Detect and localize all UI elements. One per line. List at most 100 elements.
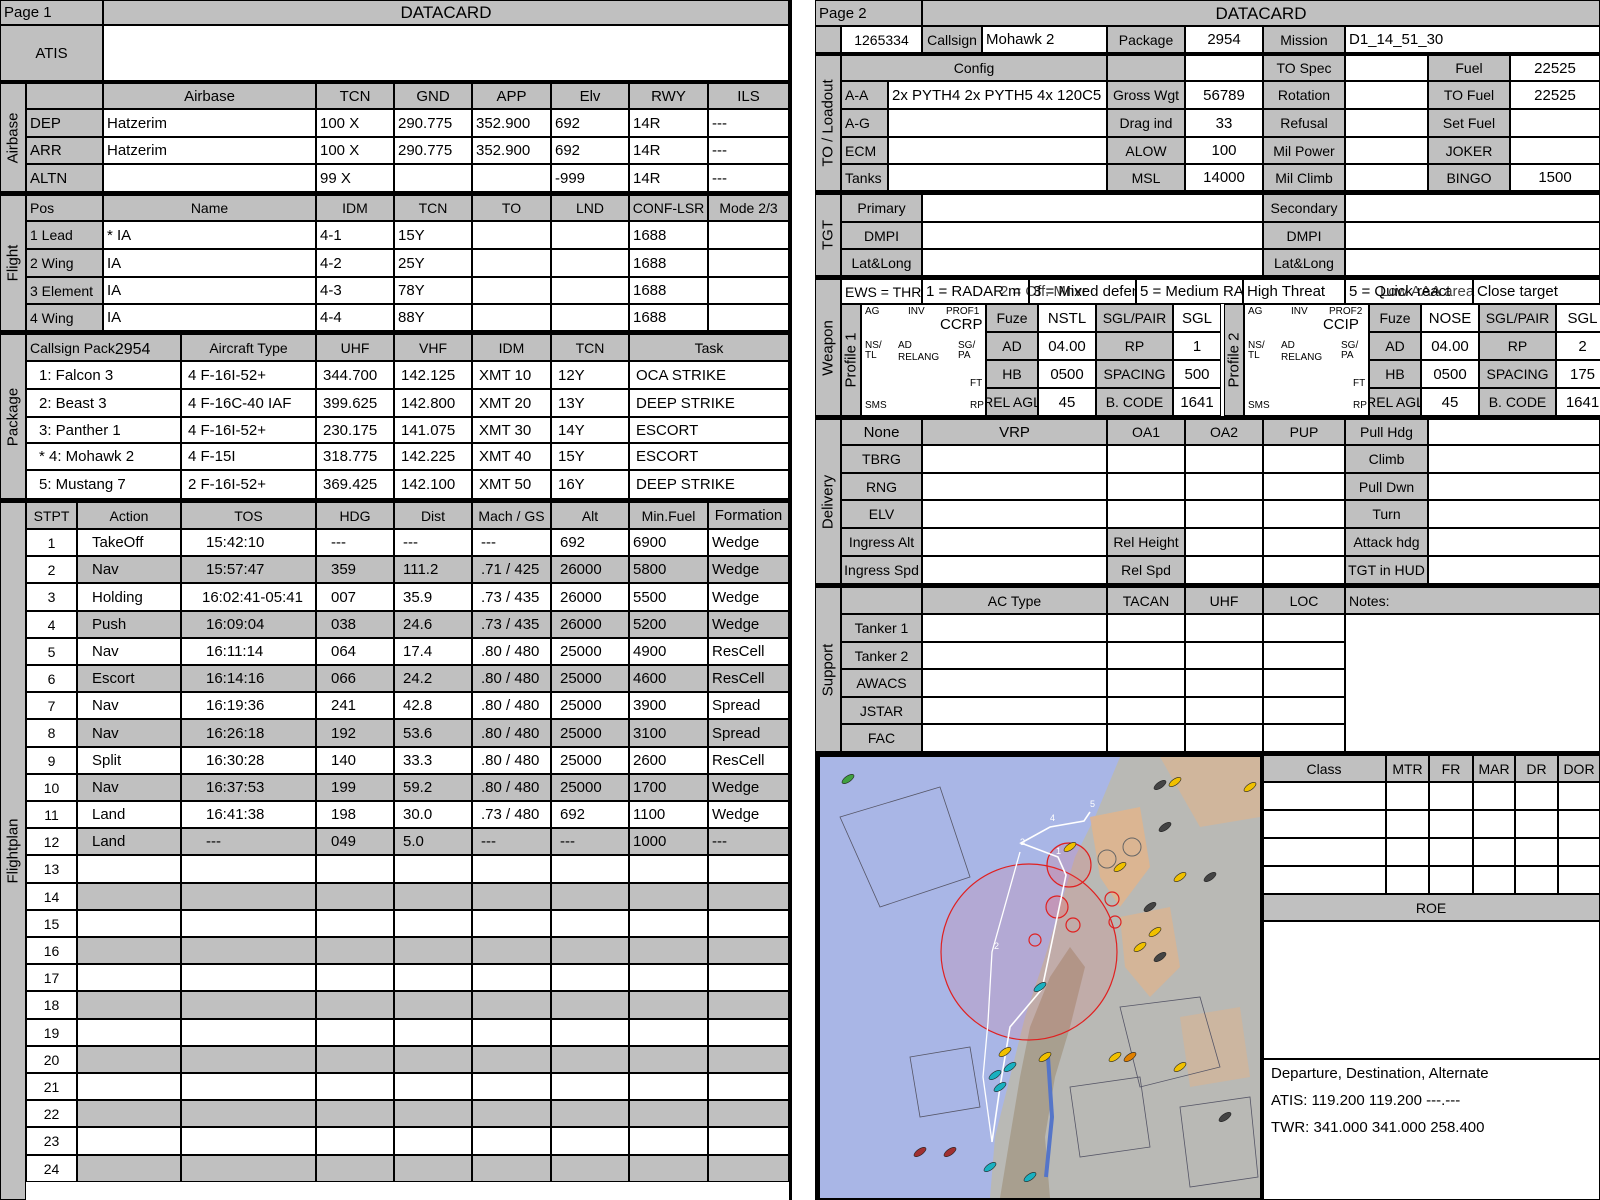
flightplan-cell[interactable]: .73 / 435 — [472, 583, 551, 611]
flightplan-cell[interactable]: 1100 — [629, 801, 708, 828]
support-value[interactable] — [1107, 724, 1185, 752]
support-value[interactable] — [1263, 724, 1345, 752]
class-cell[interactable] — [1386, 782, 1429, 810]
flightplan-cell[interactable] — [708, 1073, 789, 1100]
loadout-val[interactable]: 14000 — [1185, 164, 1263, 191]
callsign-value[interactable]: Mohawk 2 — [982, 26, 1107, 53]
loadout-val[interactable]: 22525 — [1510, 81, 1600, 109]
flightplan-cell[interactable]: 35.9 — [394, 583, 472, 611]
weapon-value[interactable]: NSTL — [1038, 304, 1096, 332]
flightplan-cell[interactable] — [708, 1046, 789, 1073]
flightplan-cell[interactable] — [77, 1155, 181, 1182]
airbase-cell[interactable]: 14R — [629, 164, 708, 192]
flightplan-cell[interactable]: 5.0 — [394, 828, 472, 855]
flightplan-cell[interactable] — [181, 1155, 316, 1182]
flight-cell[interactable] — [708, 249, 789, 277]
flightplan-cell[interactable]: 16:14:16 — [181, 665, 316, 692]
flightplan-cell[interactable]: .73 / 480 — [472, 801, 551, 828]
flightplan-cell[interactable]: .80 / 480 — [472, 638, 551, 665]
class-cell[interactable] — [1429, 782, 1473, 810]
class-cell[interactable] — [1558, 810, 1600, 838]
class-cell[interactable] — [1473, 838, 1515, 866]
flightplan-cell[interactable] — [629, 1073, 708, 1100]
support-value[interactable] — [922, 697, 1107, 724]
flightplan-cell[interactable] — [316, 1127, 394, 1155]
flightplan-cell[interactable] — [472, 855, 551, 883]
class-cell[interactable] — [1558, 782, 1600, 810]
flightplan-cell[interactable] — [181, 855, 316, 883]
package-cell[interactable]: ESCORT — [629, 417, 789, 443]
airbase-cell[interactable]: 100 X — [316, 109, 394, 137]
flightplan-cell[interactable] — [472, 1019, 551, 1046]
flightplan-cell[interactable]: 007 — [316, 583, 394, 611]
flightplan-cell[interactable]: 192 — [316, 719, 394, 747]
flightplan-cell[interactable] — [316, 991, 394, 1019]
flightplan-cell[interactable]: .80 / 480 — [472, 719, 551, 747]
flightplan-cell[interactable]: Push — [77, 611, 181, 638]
flightplan-cell[interactable] — [394, 1073, 472, 1100]
flightplan-cell[interactable] — [629, 910, 708, 937]
delivery-value[interactable] — [1185, 473, 1263, 500]
tgt-value[interactable] — [1345, 222, 1600, 249]
flightplan-cell[interactable]: Wedge — [708, 583, 789, 611]
flight-cell[interactable] — [472, 304, 551, 331]
flightplan-cell[interactable]: 16:09:04 — [181, 611, 316, 638]
fuel-value[interactable]: 22525 — [1510, 55, 1600, 81]
flightplan-cell[interactable]: 33.3 — [394, 747, 472, 774]
flight-cell[interactable] — [708, 277, 789, 304]
package-cell[interactable]: 14Y — [551, 417, 629, 443]
class-cell[interactable] — [1386, 866, 1429, 894]
weapon-value[interactable]: SGL — [1556, 304, 1600, 332]
flight-cell[interactable] — [472, 249, 551, 277]
flightplan-cell[interactable]: .80 / 480 — [472, 665, 551, 692]
weapon-value[interactable]: 1 — [1173, 332, 1221, 360]
package-cell[interactable]: XMT 40 — [472, 443, 551, 470]
package-cell[interactable]: 230.175 — [316, 417, 394, 443]
flight-cell[interactable] — [708, 304, 789, 331]
airbase-cell[interactable]: 100 X — [316, 137, 394, 164]
flight-cell[interactable] — [708, 221, 789, 249]
delivery-value[interactable] — [1263, 528, 1345, 556]
delivery-value[interactable] — [1107, 500, 1185, 528]
flightplan-cell[interactable] — [629, 1127, 708, 1155]
package-cell[interactable]: 13Y — [551, 389, 629, 417]
loadout-val[interactable] — [1510, 137, 1600, 164]
flightplan-cell[interactable] — [708, 991, 789, 1019]
class-cell[interactable] — [1473, 866, 1515, 894]
tgt-value[interactable] — [922, 222, 1263, 249]
flightplan-cell[interactable]: .71 / 425 — [472, 556, 551, 583]
support-value[interactable] — [1263, 669, 1345, 697]
flightplan-cell[interactable] — [472, 1155, 551, 1182]
flightplan-cell[interactable]: 064 — [316, 638, 394, 665]
class-cell[interactable] — [1429, 838, 1473, 866]
flightplan-cell[interactable]: 2600 — [629, 747, 708, 774]
flightplan-cell[interactable] — [708, 883, 789, 910]
weapon-value[interactable]: 45 — [1421, 388, 1479, 416]
support-value[interactable] — [1185, 669, 1263, 697]
weapon-value[interactable]: 04.00 — [1421, 332, 1479, 360]
flightplan-cell[interactable]: 16:26:18 — [181, 719, 316, 747]
delivery-value[interactable] — [1185, 500, 1263, 528]
flightplan-cell[interactable]: 5200 — [629, 611, 708, 638]
support-value[interactable] — [1107, 614, 1185, 642]
flightplan-cell[interactable] — [708, 1019, 789, 1046]
flightplan-cell[interactable] — [551, 855, 629, 883]
flightplan-cell[interactable]: Wedge — [708, 529, 789, 556]
loadout-val[interactable]: 100 — [1185, 137, 1263, 164]
flightplan-cell[interactable] — [181, 1127, 316, 1155]
flightplan-cell[interactable]: Wedge — [708, 801, 789, 828]
package-cell[interactable]: 12Y — [551, 361, 629, 389]
flight-cell[interactable]: * IA — [103, 221, 316, 249]
flightplan-cell[interactable]: 4900 — [629, 638, 708, 665]
flightplan-cell[interactable] — [77, 883, 181, 910]
flight-cell[interactable] — [472, 221, 551, 249]
flightplan-cell[interactable]: --- — [551, 828, 629, 855]
flightplan-cell[interactable]: TakeOff — [77, 529, 181, 556]
package-cell[interactable]: 344.700 — [316, 361, 394, 389]
class-cell[interactable] — [1515, 782, 1558, 810]
tgt-value[interactable] — [1345, 194, 1600, 222]
flightplan-cell[interactable]: ResCell — [708, 747, 789, 774]
flightplan-cell[interactable]: --- — [394, 529, 472, 556]
flight-cell[interactable]: 4-1 — [316, 221, 394, 249]
flightplan-cell[interactable]: 25000 — [551, 638, 629, 665]
